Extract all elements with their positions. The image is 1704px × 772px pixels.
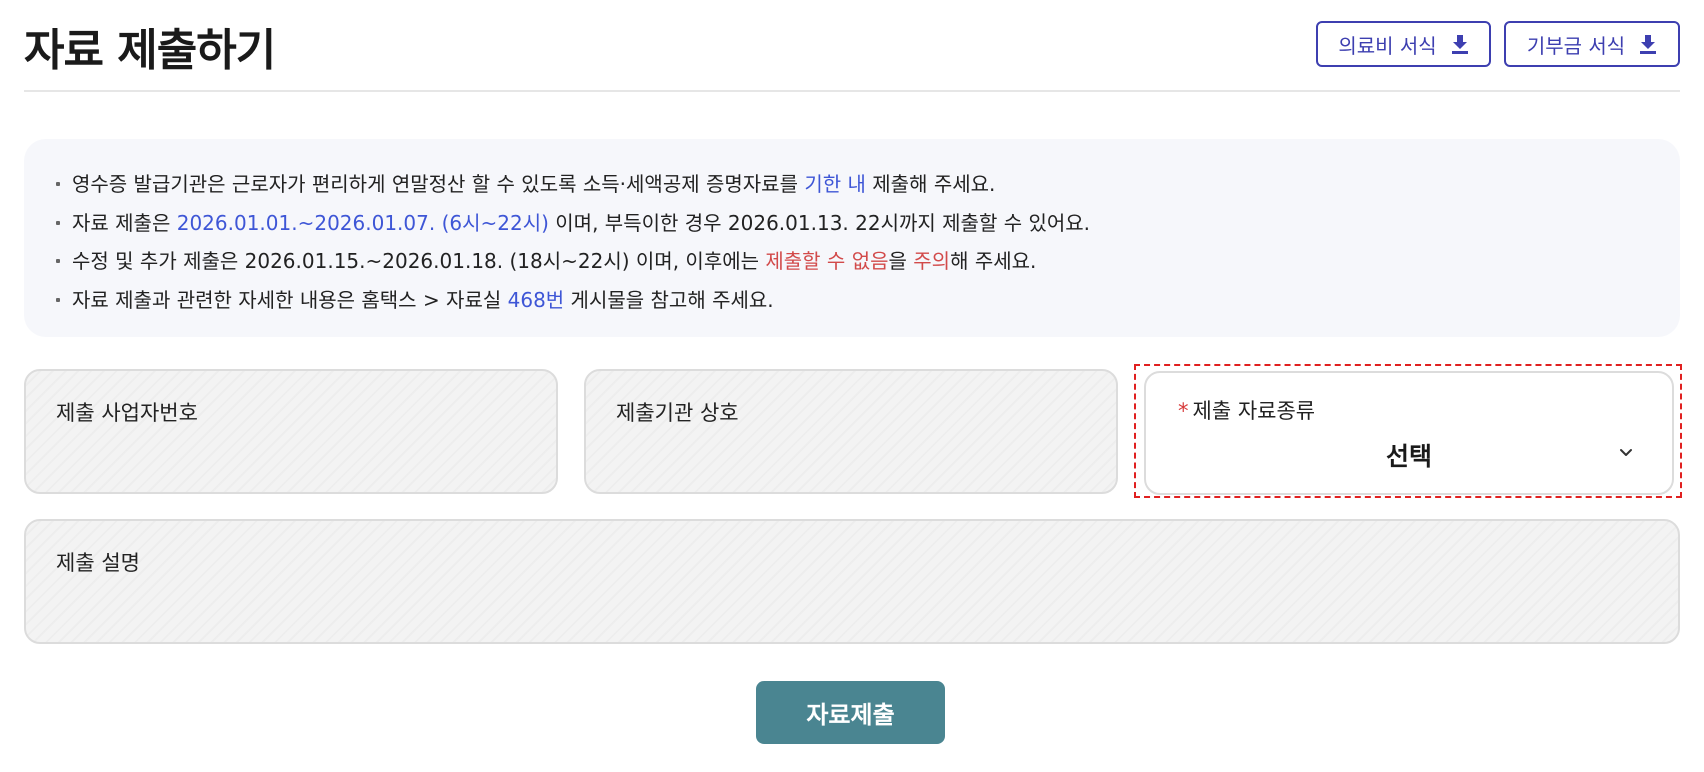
download-icon bbox=[1451, 35, 1468, 54]
medical-form-label: 의료비 서식 bbox=[1338, 33, 1437, 58]
notice-line: 자료 제출과 관련한 자세한 내용은 홈택스 > 자료실 468번 게시물을 참… bbox=[52, 281, 1680, 320]
organization-name-label: 제출기관 상호 bbox=[616, 401, 739, 425]
notice-text: 자료 제출은 bbox=[72, 210, 177, 235]
notice-line: 영수증 발급기관은 근로자가 편리하게 연말정산 할 수 있도록 소득·세액공제… bbox=[52, 165, 1680, 204]
organization-name-field: 제출기관 상호 bbox=[584, 369, 1118, 494]
page-title: 자료 제출하기 bbox=[24, 25, 276, 76]
description-field: 제출 설명 bbox=[24, 519, 1680, 644]
notice-text: 을 bbox=[888, 249, 914, 273]
notice-line: 수정 및 추가 제출은 2026.01.15.~2026.01.18. (18시… bbox=[52, 242, 1680, 281]
notice-text: 영수증 발급기관은 근로자가 편리하게 연말정산 할 수 있도록 소득·세액공제… bbox=[72, 172, 805, 196]
notice-highlight: 기한 내 bbox=[804, 172, 866, 196]
notice-box: 영수증 발급기관은 근로자가 편리하게 연말정산 할 수 있도록 소득·세액공제… bbox=[24, 139, 1680, 337]
doc-type-label-text: 제출 자료종류 bbox=[1192, 399, 1316, 423]
download-icon bbox=[1640, 35, 1657, 54]
notice-text: 수정 및 추가 제출은 2026.01.15.~2026.01.18. (18시… bbox=[72, 249, 766, 273]
description-label: 제출 설명 bbox=[56, 551, 140, 575]
doc-type-label: * 제출 자료종류 bbox=[1178, 395, 1315, 425]
notice-text: 이며, 부득이한 경우 2026.01.13. 22시까지 제출할 수 있어요. bbox=[548, 210, 1091, 235]
donation-form-download-button[interactable]: 기부금 서식 bbox=[1504, 21, 1680, 67]
notice-text: 게시물을 참고해 주세요. bbox=[564, 287, 774, 312]
notice-warning: 제출할 수 없음 bbox=[765, 249, 889, 273]
doc-type-highlight: * 제출 자료종류 선택 bbox=[1134, 364, 1682, 498]
doc-type-selected-value: 선택 bbox=[1385, 442, 1432, 471]
doc-type-select[interactable]: * 제출 자료종류 선택 bbox=[1144, 371, 1674, 495]
notice-line: 자료 제출은 2026.01.01.~2026.01.07. (6시~22시) … bbox=[52, 204, 1680, 243]
notice-text: 자료 제출과 관련한 자세한 내용은 홈택스 > 자료실 bbox=[72, 287, 508, 312]
submit-button[interactable]: 자료제출 bbox=[756, 681, 945, 744]
donation-form-label: 기부금 서식 bbox=[1526, 33, 1626, 58]
notice-warning: 주의 bbox=[913, 249, 951, 273]
business-number-field: 제출 사업자번호 bbox=[24, 369, 558, 494]
chevron-down-icon bbox=[1620, 449, 1632, 456]
notice-text: 해 주세요. bbox=[950, 249, 1037, 273]
business-number-label: 제출 사업자번호 bbox=[56, 401, 198, 425]
page-header: 자료 제출하기 의료비 서식 기부금 서식 bbox=[24, 0, 1680, 92]
required-mark: * bbox=[1178, 399, 1189, 423]
medical-form-download-button[interactable]: 의료비 서식 bbox=[1316, 21, 1491, 67]
submission-page: 자료 제출하기 의료비 서식 기부금 서식 영수증 발급기관은 근로자가 편리하… bbox=[0, 0, 1704, 772]
notice-highlight: 2026.01.01.~2026.01.07. (6시~22시) bbox=[176, 210, 549, 235]
board-post-link[interactable]: 468번 bbox=[508, 288, 565, 312]
notice-text: 제출해 주세요. bbox=[865, 172, 996, 196]
